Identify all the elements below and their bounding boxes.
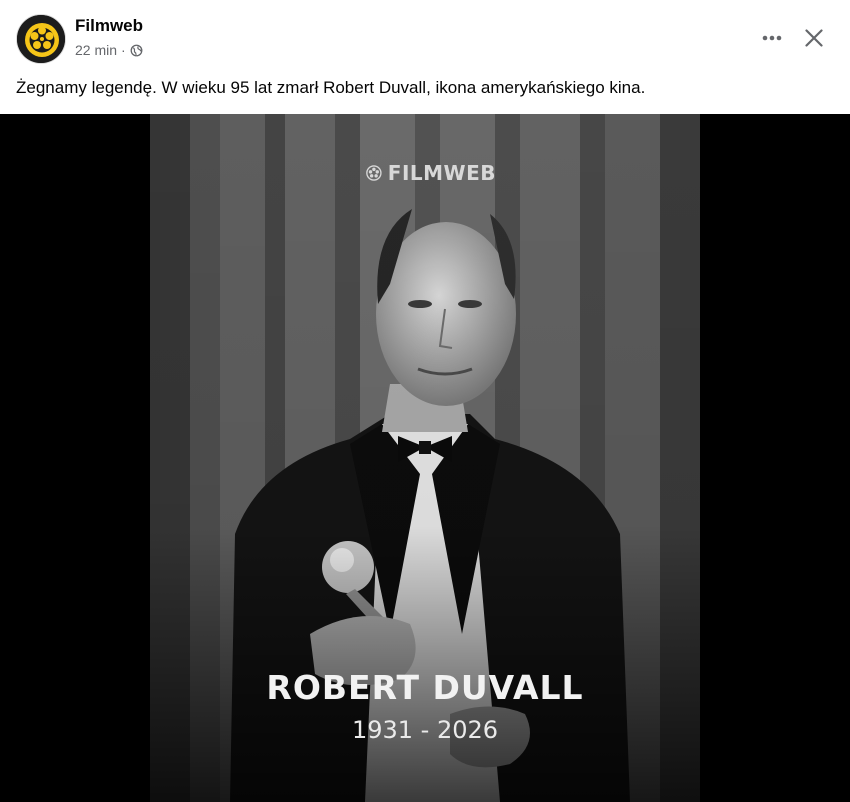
filmweb-avatar[interactable]: [16, 14, 66, 64]
watermark-text: FILMWEB: [387, 161, 496, 185]
life-years: 1931 - 2026: [351, 716, 499, 744]
post-caption: Żegnamy legendę. W wieku 95 lat zmarł Ro…: [16, 78, 646, 97]
post-meta: 22 min ·: [75, 42, 143, 58]
filmweb-watermark: FILMWEB: [366, 158, 496, 188]
post-media[interactable]: FILMWEB ROBERT DUVALL 1931 - 2026: [0, 114, 850, 802]
filmweb-logo-icon: [17, 15, 65, 63]
meta-separator: ·: [121, 42, 126, 58]
person-name: ROBERT DUVALL: [266, 668, 584, 707]
more-horizontal-icon: [762, 35, 782, 41]
post-timestamp[interactable]: 22 min: [75, 42, 117, 58]
close-button[interactable]: [798, 22, 830, 54]
close-icon: [805, 29, 823, 47]
post-header: Filmweb 22 min ·: [0, 0, 850, 72]
memorial-photo[interactable]: FILMWEB ROBERT DUVALL 1931 - 2026: [150, 114, 700, 802]
globe-icon[interactable]: [130, 44, 143, 57]
more-options-button[interactable]: [756, 22, 788, 54]
page-name-link[interactable]: Filmweb: [75, 16, 143, 36]
filmweb-watermark-logo-icon: [366, 165, 382, 181]
